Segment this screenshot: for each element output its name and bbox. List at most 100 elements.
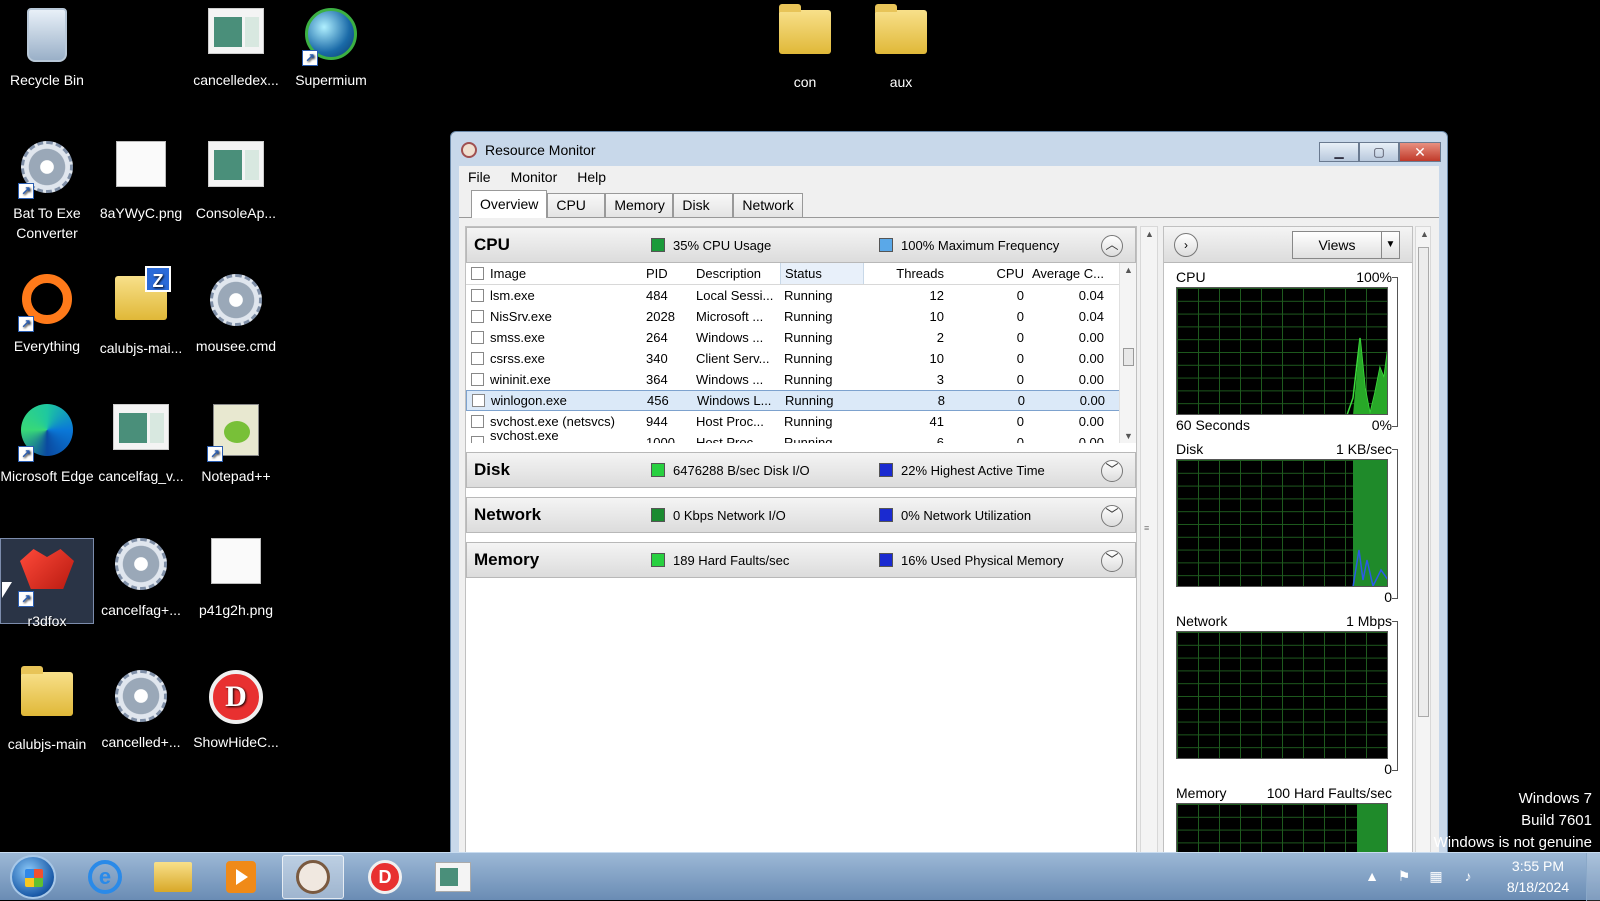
legend-swatch (879, 508, 893, 522)
row-checkbox[interactable] (470, 310, 484, 323)
volume-muted-icon[interactable]: ♪ (1458, 868, 1478, 886)
row-checkbox[interactable] (470, 289, 484, 302)
memory-faults-area (1357, 804, 1387, 854)
memory-section-header[interactable]: Memory 189 Hard Faults/sec 16% Used Phys… (466, 542, 1136, 578)
taskbar-explorer[interactable] (142, 855, 204, 899)
desktop-icon-cancelledex[interactable]: cancelledex... (189, 2, 283, 90)
row-checkbox[interactable] (470, 352, 484, 365)
windows-watermark: Windows 7 Build 7601 Windows is not genu… (1434, 788, 1592, 854)
col-pid[interactable]: PID (646, 266, 696, 281)
splitter-grip-icon[interactable]: ≡ (1144, 523, 1154, 535)
table-row[interactable]: svchost.exe (GPSvcGroup) 1000 Host Proc...… (466, 428, 1136, 443)
tab-cpu[interactable]: CPU (547, 193, 606, 217)
col-average-cpu[interactable]: Average C... (1024, 266, 1108, 281)
tab-overview[interactable]: Overview (471, 190, 548, 218)
desktop-icon-cancelfag-plus[interactable]: cancelfag+... (94, 532, 188, 620)
row-checkbox[interactable] (470, 415, 484, 428)
taskbar-resource-monitor[interactable] (282, 855, 344, 899)
title-bar[interactable]: Resource Monitor (451, 132, 1447, 168)
table-row[interactable]: wininit.exe 364 Windows ... Running 3 0 0.00 (466, 369, 1136, 390)
desktop-icon-showhidec[interactable]: D ShowHideC... (189, 664, 283, 752)
col-threads[interactable]: Threads (864, 266, 944, 281)
scroll-up-icon[interactable]: ▲ (1141, 229, 1158, 239)
maximize-button[interactable]: ▢ (1359, 142, 1399, 162)
desktop-icon-con[interactable]: con (758, 2, 852, 92)
dropdown-arrow-icon[interactable]: ▼ (1381, 232, 1399, 258)
expand-chevron-icon[interactable]: ﹀ (1101, 460, 1123, 482)
start-button[interactable] (10, 855, 56, 899)
disk-section-header[interactable]: Disk 6476288 B/sec Disk I/O 22% Highest … (466, 452, 1136, 488)
menu-file[interactable]: File (465, 169, 494, 185)
desktop-icon-r3dfox[interactable]: ↗ r3dfox (0, 538, 94, 629)
menu-monitor[interactable]: Monitor (508, 169, 561, 185)
shortcut-arrow-icon: ↗ (207, 446, 223, 462)
row-checkbox[interactable] (470, 331, 484, 344)
col-status[interactable]: Status (780, 263, 864, 284)
sections-scrollbar[interactable]: ▲ ≡ (1140, 226, 1158, 855)
scroll-up-icon[interactable]: ▲ (1120, 265, 1136, 275)
taskbar-clock[interactable]: 3:55 PM 8/18/2024 (1490, 856, 1586, 898)
collapse-chevron-icon[interactable]: ︿ (1101, 235, 1123, 257)
desktop-icon-recycle-bin[interactable]: Recycle Bin (0, 2, 94, 90)
action-center-flag-icon[interactable]: ⚑ (1394, 868, 1414, 886)
table-row[interactable]: csrss.exe 340 Client Serv... Running 10 0 0.00 (466, 348, 1136, 369)
desktop-icon-calubjs-zip[interactable]: Z calubjs-mai... (94, 266, 188, 358)
cpu-section-header[interactable]: CPU 35% CPU Usage 100% Maximum Frequency… (466, 227, 1136, 263)
scroll-down-icon[interactable]: ▼ (1120, 431, 1136, 441)
desktop-icon-label: 8aYWyC.png (99, 205, 183, 221)
desktop-icon-8aywyc[interactable]: 8aYWyC.png (94, 135, 188, 223)
graphs-scrollbar[interactable]: ▲ (1415, 226, 1431, 855)
select-all-checkbox[interactable] (470, 267, 484, 280)
scroll-thumb[interactable] (1418, 247, 1429, 717)
table-row[interactable]: smss.exe 264 Windows ... Running 2 0 0.00 (466, 327, 1136, 348)
desktop-icon-edge[interactable]: ↗ Microsoft Edge (0, 398, 94, 486)
row-checkbox[interactable] (470, 373, 484, 386)
expand-chevron-icon[interactable]: ﹀ (1101, 550, 1123, 572)
close-button[interactable]: ✕ (1399, 142, 1441, 162)
table-row[interactable]: lsm.exe 484 Local Sessi... Running 12 0 0.04 (466, 285, 1136, 306)
desktop-icon-p41g2h[interactable]: p41g2h.png (189, 532, 283, 620)
desktop-icon-bat-to-exe[interactable]: ↗ Bat To Exe Converter (0, 135, 94, 243)
desktop-icon-calubjs-main[interactable]: calubjs-main (0, 664, 94, 754)
graph-min: 0% (1371, 417, 1392, 433)
network-section-header[interactable]: Network 0 Kbps Network I/O 0% Network Ut… (466, 497, 1136, 533)
expand-chevron-icon[interactable]: ﹀ (1101, 505, 1123, 527)
cell-pid: 456 (647, 393, 669, 408)
taskbar-showhide[interactable]: D (354, 855, 416, 899)
desktop-icon-label: aux (889, 74, 913, 90)
table-row[interactable]: NisSrv.exe 2028 Microsoft ... Running 10 0 0.0… (466, 306, 1136, 327)
show-desktop-button[interactable] (1586, 853, 1600, 901)
expand-pane-icon[interactable]: › (1174, 232, 1198, 257)
taskbar-media-player[interactable] (210, 855, 272, 899)
col-description[interactable]: Description (696, 266, 780, 281)
views-button[interactable]: Views ▼ (1292, 231, 1400, 259)
desktop-icon-mousee[interactable]: mousee.cmd (189, 268, 283, 356)
desktop-icon-cancelled-plus[interactable]: cancelled+... (94, 664, 188, 752)
desktop-icon-supermium[interactable]: ↗ Supermium (284, 2, 378, 90)
show-hidden-icons-icon[interactable]: ▲ (1362, 868, 1382, 886)
desktop-icon-notepadpp[interactable]: ↗ Notepad++ (189, 398, 283, 486)
tab-memory[interactable]: Memory (605, 193, 674, 217)
taskbar-internet-explorer[interactable]: e (74, 855, 136, 899)
desktop-icon-label: ConsoleAp... (195, 205, 277, 221)
tab-disk[interactable]: Disk (673, 193, 734, 217)
desktop-icon-aux[interactable]: aux (854, 2, 948, 92)
tab-network[interactable]: Network (733, 193, 803, 217)
menu-help[interactable]: Help (574, 169, 609, 185)
col-cpu[interactable]: CPU (944, 266, 1024, 281)
folder-icon (779, 4, 831, 54)
table-row[interactable]: winlogon.exe 456 Windows L... Running 8 0 0.00 (466, 390, 1136, 411)
taskbar-app-window[interactable] (422, 855, 484, 899)
scroll-thumb[interactable] (1123, 348, 1134, 366)
row-checkbox[interactable] (470, 436, 484, 443)
showhide-d-icon: D (209, 670, 263, 724)
table-scrollbar[interactable]: ▲ ▼ (1119, 263, 1136, 443)
row-checkbox[interactable] (471, 394, 485, 407)
scroll-up-icon[interactable]: ▲ (1416, 229, 1433, 239)
minimize-button[interactable]: ▁ (1319, 142, 1359, 162)
col-image[interactable]: Image (488, 266, 646, 281)
desktop-icon-everything[interactable]: ↗ Everything (0, 268, 94, 356)
desktop-icon-cancelfag-v[interactable]: cancelfag_v... (94, 398, 188, 486)
network-status-icon[interactable]: ▦ (1426, 868, 1446, 886)
desktop-icon-consoleap[interactable]: ConsoleAp... (189, 135, 283, 223)
